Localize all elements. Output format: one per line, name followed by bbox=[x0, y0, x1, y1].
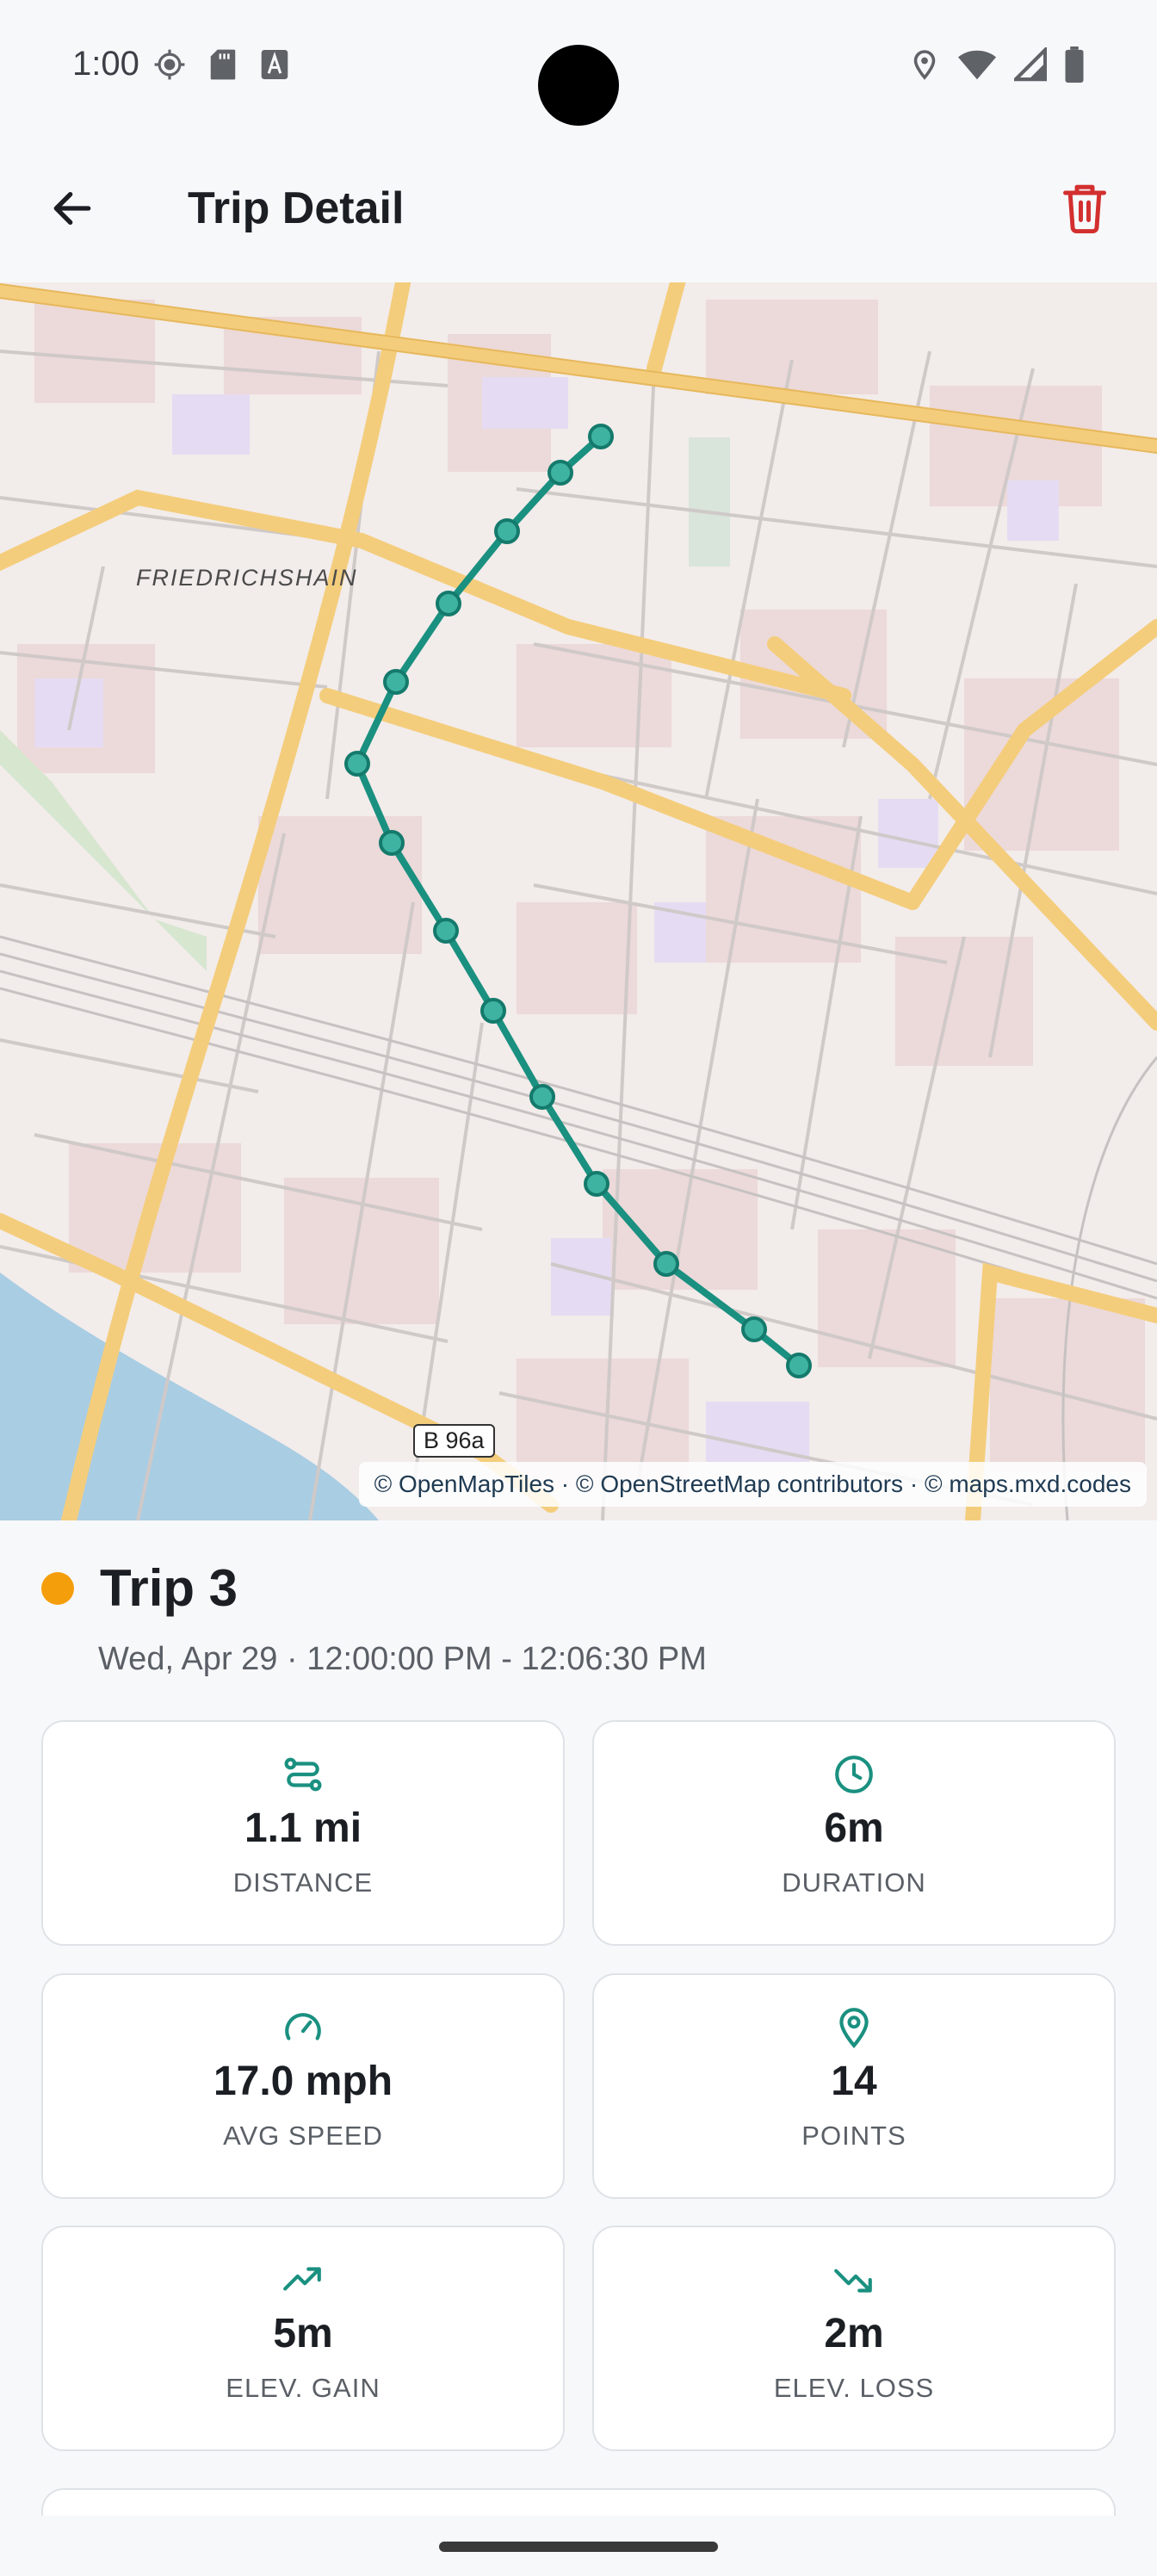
route-point[interactable] bbox=[653, 1251, 679, 1277]
location-icon bbox=[909, 47, 940, 86]
back-button[interactable] bbox=[34, 172, 110, 248]
route-point[interactable] bbox=[741, 1316, 767, 1342]
stat-label: POINTS bbox=[801, 2121, 906, 2151]
battery-icon bbox=[1064, 46, 1085, 87]
home-indicator[interactable] bbox=[439, 2542, 718, 2552]
route-point[interactable] bbox=[584, 1171, 609, 1197]
stat-value: 1.1 mi bbox=[244, 1805, 362, 1851]
status-bar: 1:00 bbox=[0, 0, 1157, 138]
clock-icon bbox=[832, 1753, 875, 1796]
route-point[interactable] bbox=[433, 918, 459, 944]
stat-label: ELEV. GAIN bbox=[226, 2373, 381, 2403]
stat-label: DURATION bbox=[782, 1867, 926, 1898]
sd-card-icon bbox=[208, 48, 238, 85]
route-layer bbox=[344, 424, 812, 1378]
trip-map[interactable]: FRIEDRICHSHAIN B 96a © OpenMapTiles · © … bbox=[0, 282, 1157, 1520]
trending-up-icon bbox=[282, 2258, 325, 2301]
stat-card-points: 14 POINTS bbox=[592, 1973, 1116, 2199]
route-point[interactable] bbox=[786, 1353, 812, 1378]
font-icon bbox=[260, 48, 289, 85]
stat-card-elev-loss: 2m ELEV. LOSS bbox=[592, 2226, 1116, 2451]
route-point[interactable] bbox=[383, 669, 409, 695]
app-bar: Trip Detail bbox=[0, 138, 1157, 282]
stat-label: DISTANCE bbox=[232, 1867, 374, 1898]
camera-cutout bbox=[538, 45, 619, 126]
map-attribution[interactable]: © OpenMapTiles · © OpenStreetMap contrib… bbox=[358, 1462, 1147, 1507]
stat-value: 5m bbox=[273, 2311, 333, 2356]
trip-title: Trip 3 bbox=[100, 1559, 238, 1617]
stat-value: 17.0 mph bbox=[213, 2059, 393, 2104]
route-point[interactable] bbox=[480, 998, 506, 1024]
stat-label: ELEV. LOSS bbox=[773, 2373, 935, 2403]
route-point[interactable] bbox=[436, 591, 461, 616]
speedometer-icon bbox=[282, 2006, 325, 2049]
trip-time-range: Wed, Apr 29 · 12:00:00 PM - 12:06:30 PM bbox=[98, 1641, 707, 1677]
arrow-back-icon bbox=[48, 184, 96, 237]
gps-icon bbox=[153, 48, 186, 85]
stat-value: 14 bbox=[831, 2059, 877, 2104]
route-icon bbox=[282, 1753, 325, 1796]
trip-header: Trip 3 bbox=[41, 1558, 238, 1618]
route-point[interactable] bbox=[494, 518, 520, 544]
map-pin-icon bbox=[832, 2006, 875, 2049]
stat-card-duration: 6m DURATION bbox=[592, 1720, 1116, 1946]
stat-label: AVG SPEED bbox=[223, 2121, 383, 2151]
trash-icon bbox=[1061, 183, 1108, 238]
status-time: 1:00 bbox=[72, 45, 139, 83]
trip-color-dot bbox=[41, 1571, 74, 1605]
route-point[interactable] bbox=[344, 751, 370, 777]
stat-card-avg-speed: 17.0 mph AVG SPEED bbox=[41, 1973, 565, 2199]
route-point[interactable] bbox=[548, 460, 573, 486]
stat-card-distance: 1.1 mi DISTANCE bbox=[41, 1720, 565, 1946]
wifi-icon bbox=[957, 47, 997, 86]
trending-down-icon bbox=[832, 2258, 875, 2301]
route-point[interactable] bbox=[379, 830, 405, 856]
stat-card-elev-gain: 5m ELEV. GAIN bbox=[41, 2226, 565, 2451]
route-line bbox=[354, 433, 802, 1369]
status-icons-right bbox=[909, 45, 1085, 87]
route-point[interactable] bbox=[588, 424, 614, 449]
delete-trip-button[interactable] bbox=[1047, 172, 1123, 248]
signal-icon bbox=[1011, 45, 1048, 86]
status-icons-left bbox=[153, 48, 289, 85]
stat-value: 2m bbox=[824, 2311, 884, 2356]
route-point[interactable] bbox=[529, 1084, 555, 1110]
stat-value: 6m bbox=[824, 1805, 884, 1851]
page-title: Trip Detail bbox=[188, 183, 405, 233]
